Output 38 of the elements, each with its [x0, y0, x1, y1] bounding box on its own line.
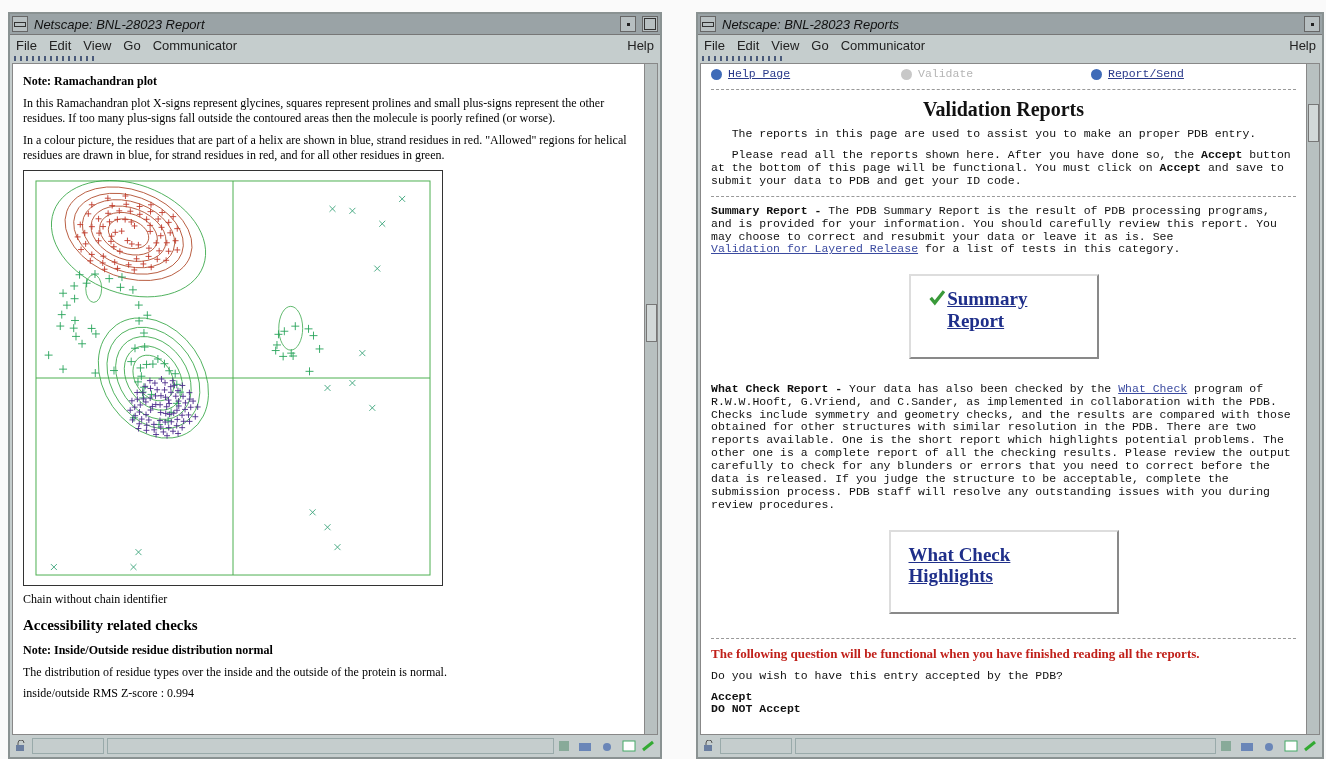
menu-item[interactable]: Communicator [840, 38, 926, 53]
window-title: Netscape: BNL-28023 Report [34, 16, 206, 32]
paragraph: In a colour picture, the residues that are part of a helix are shown in blue, strand residues in red. "Allowed" regions for helical residues are drawn in blue, for strand residues in red, and for all other residues in green. [23, 132, 628, 164]
z-score-text: inside/outside RMS Z-score : 0.994 [23, 686, 195, 702]
nav-link[interactable]: Report/Send [1091, 68, 1251, 81]
summary-report-button[interactable]: Summary Report [908, 274, 1099, 359]
paragraph: In this Ramachandran plot X-signs represent glycines, squares represent prolines and small plus-signs represent the other residues. If too many plus-signs fall outside the contoured areas then the molecule is poorly refined (or worse). [23, 95, 606, 127]
validation-link[interactable]: Validation for Layered Release [711, 242, 919, 256]
answer-option[interactable]: DO NOT Accept [711, 703, 1296, 717]
plot-caption: Chain without chain identifier [23, 591, 169, 608]
what-check-description: What Check Report - Your data has also been checked by the What Check program of R.W.W.Hooft, G.Vriend, and C.Sander, as implemented in collaboration with the PDB. Checks include symmetry and geometry checks, and the results are compared with those obtained for other structures with similar resolution in the PDB. There are two reports available. One is the short report which highlights potential problems. The other one is a complete report of all the checking results. Please review the output carefully to check for any blunders or errors that you need to correct before the data is released. If you judge the structure to be acceptable, complete the submission process. PDB staff will resolve any outstanding issues with you during review procedures. [711, 382, 1292, 512]
help-menu[interactable]: Help [627, 38, 654, 53]
intro-paragraph: The reports in this page are used to assist you to make an proper PDB entry. [730, 128, 1258, 142]
menu-item[interactable]: Edit [736, 38, 760, 53]
menu-item[interactable]: Edit [48, 38, 72, 53]
page-heading: Validation Reports [922, 97, 1085, 121]
menu-item[interactable]: View [83, 38, 112, 53]
menu-item[interactable]: View [771, 38, 800, 53]
intro-paragraph: Please read all the reports shown here. After you have done so, the Accept button at the bottom of this page will be functional. You must click on Accept and save to submit your data to PDB and get your ID code. [711, 149, 1292, 188]
nav-link: Validate [901, 68, 1061, 81]
menu-item[interactable]: File [16, 38, 37, 53]
note-title: Note: Inside/Outside residue distribution normal [23, 643, 274, 659]
summary-description: Summary Report - The PDB Summary Report is the result of PDB processing programs, and is provided for your information. You should carefully review this report. You may choose to correct and resubmit your data or leave it as is. See Validation for Layered Release for a list of tests in this category. [711, 204, 1278, 257]
menu-item[interactable]: Communicator [152, 38, 238, 53]
what-check-highlights-button[interactable]: What Check Highlights [888, 529, 1119, 615]
what-check-link[interactable]: What Check [1118, 381, 1188, 395]
window-title: Netscape: BNL-28023 Reports [722, 16, 901, 32]
section-heading: Accessibility related checks [23, 615, 199, 635]
paragraph: The distribution of residue types over the inside and the outside of the protein is normal. [23, 664, 448, 681]
menu-item[interactable]: Go [811, 38, 829, 53]
answer-option[interactable]: Accept [711, 690, 1296, 704]
warning-text: The following question will be functional when you have finished reading all the reports. [711, 647, 1201, 662]
menu-item[interactable]: File [704, 38, 725, 53]
nav-link[interactable]: Help Page [711, 68, 871, 81]
menu-item[interactable]: Go [123, 38, 141, 53]
question-text: Do you wish to have this entry accepted by the PDB? [711, 669, 1064, 683]
note-title: Note: Ramachandran plot [23, 74, 158, 90]
help-menu[interactable]: Help [1289, 38, 1316, 53]
